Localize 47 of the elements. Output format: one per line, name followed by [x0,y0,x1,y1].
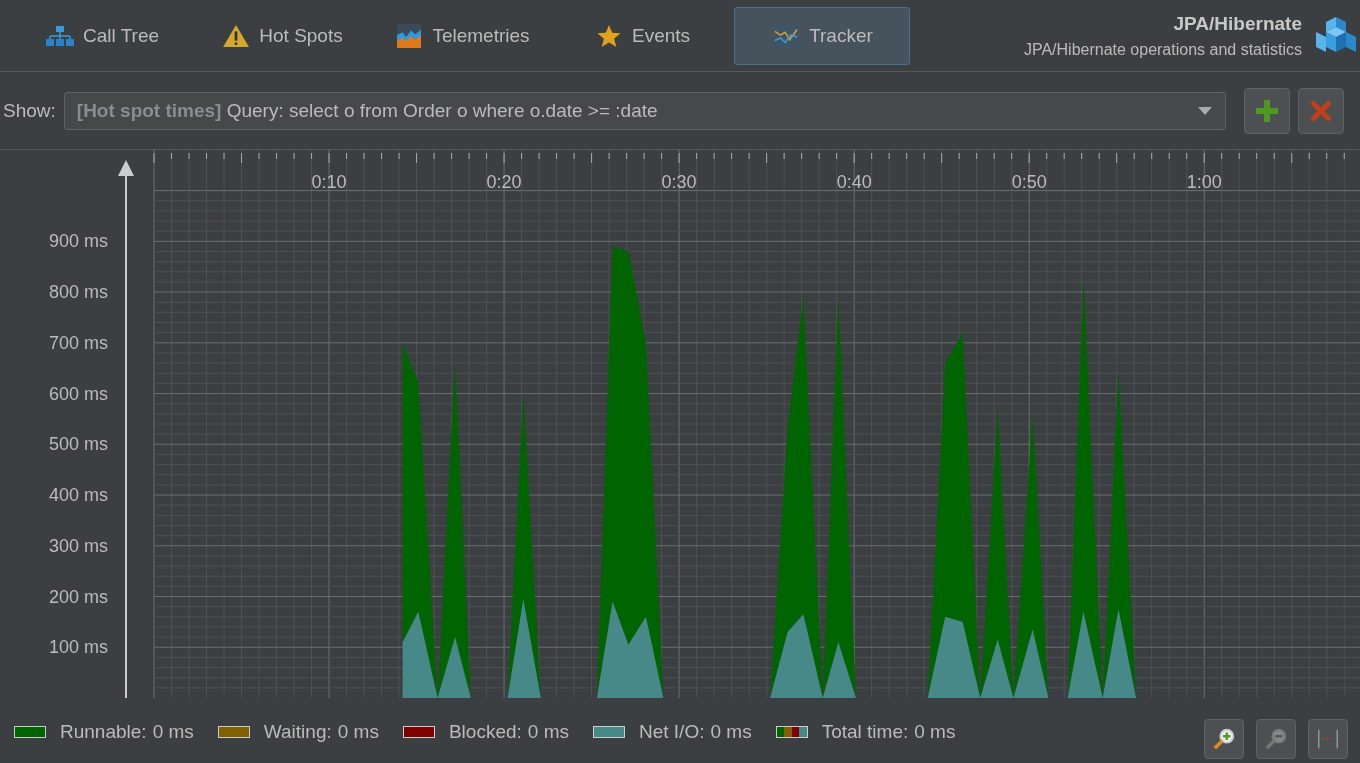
legend-value: 0 ms [710,720,752,743]
legend-label: Total time: [821,720,909,743]
y-tick-label: 200 ms [48,586,108,607]
query-dropdown[interactable]: [Hot spot times] Query: select o from Order o where o.date >= :date [63,91,1226,130]
legend-label: Blocked: [448,720,522,743]
legend-value: 0 ms [527,720,569,743]
legend-value: 0 ms [337,720,379,743]
caret-icon [1196,105,1213,116]
y-tick-label: 800 ms [48,282,108,303]
view-subtitle: JPA/Hibernate operations and statistics [1023,40,1302,59]
legend-value: 0 ms [152,720,194,743]
zoom-in-icon [1212,726,1236,751]
show-label: Show: [3,99,56,122]
tab[interactable]: Hot Spots [194,6,370,65]
tab[interactable]: Events [554,6,730,65]
y-tick-label: 900 ms [48,231,108,252]
legend-value: 0 ms [914,720,956,743]
hierarchy-icon [45,23,75,48]
tab[interactable]: Tracker [734,6,910,65]
zoom-out-icon [1264,726,1288,751]
fit-button[interactable] [1308,718,1348,759]
x-tick-label: 0:30 [661,172,697,192]
y-tick-label: 700 ms [48,332,108,353]
y-tick-label: 400 ms [48,485,108,506]
legend-label: Waiting: [263,720,332,743]
close-icon [1308,98,1333,123]
tab[interactable]: Telemetries [374,6,550,65]
plus-icon [1254,98,1279,123]
x-tick-label: 0:40 [836,172,872,192]
tab[interactable]: Call Tree [14,6,190,65]
x-tick-label: 0:10 [311,172,347,192]
multicolor-swatch [775,725,808,738]
x-tick-label: 0:50 [1011,172,1047,192]
x-tick-label: 1:00 [1186,172,1222,192]
delete-button[interactable] [1297,87,1344,134]
zoom-out-button[interactable] [1256,718,1296,759]
legend-label: Runnable: [60,720,147,743]
warning-icon [221,23,252,48]
view-title: JPA/Hibernate [1173,12,1302,35]
y-tick-label: 300 ms [48,535,108,556]
legend-label: Net I/O: [639,720,705,743]
y-tick-label: 100 ms [48,637,108,658]
y-tick-label: 600 ms [48,383,108,404]
zoom-in-button[interactable] [1204,718,1244,759]
add-button[interactable] [1243,87,1290,134]
x-tick-label: 0:20 [486,172,522,192]
y-tick-label: 500 ms [48,434,108,455]
